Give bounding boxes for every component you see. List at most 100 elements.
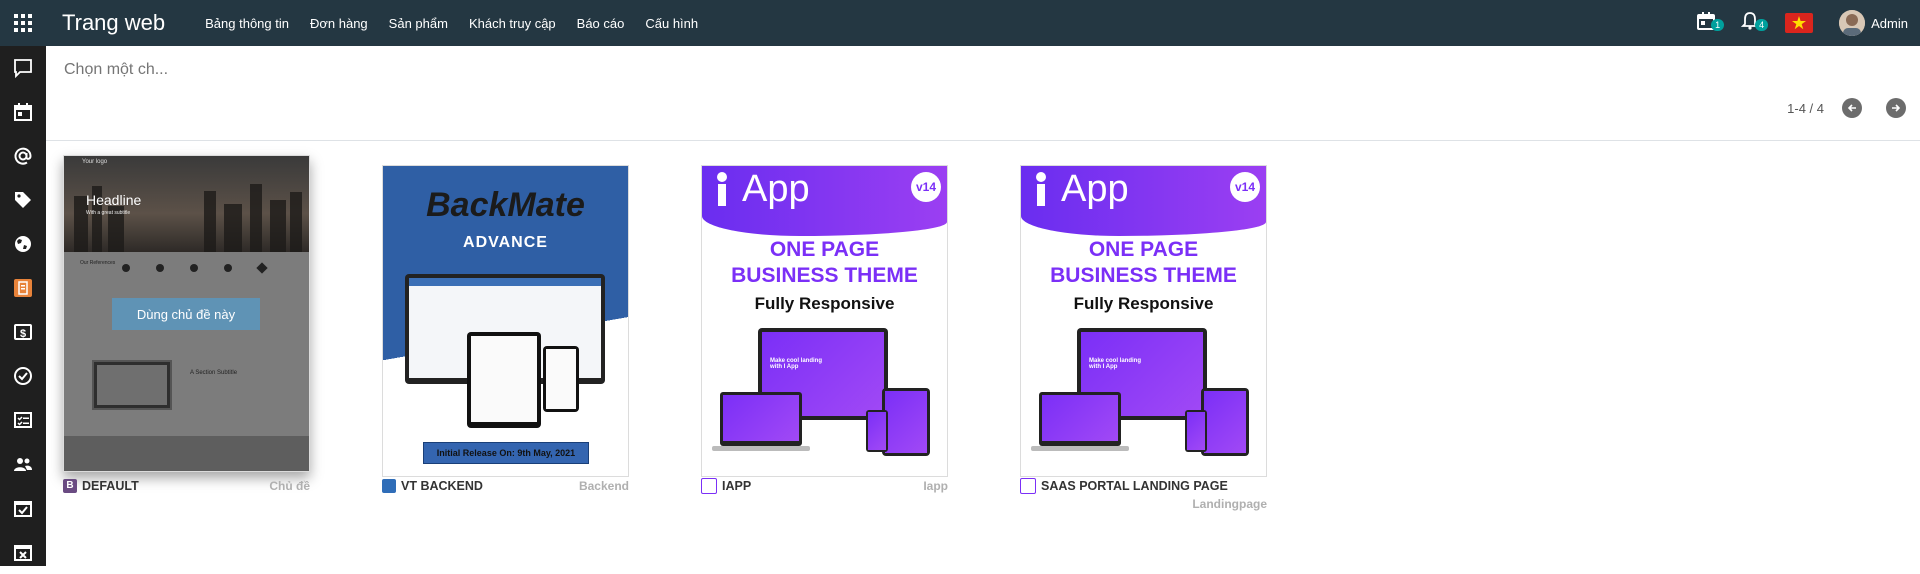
theme-category: Backend — [578, 479, 629, 493]
control-panel: 1-4 / 4 — [46, 46, 1920, 141]
theme-caption-saas-portal: SAAS PORTAL LANDING PAGE — [1020, 477, 1267, 495]
app-title[interactable]: Trang web — [62, 10, 165, 36]
at-sign-icon[interactable] — [0, 134, 46, 178]
calendar-icon[interactable] — [0, 90, 46, 134]
menu-products[interactable]: Sản phẩm — [389, 16, 448, 31]
preview-logos-row — [122, 262, 268, 274]
language-switcher[interactable] — [1785, 13, 1814, 33]
calendar-check-icon[interactable] — [0, 486, 46, 530]
pager-previous-button[interactable] — [1842, 98, 1862, 118]
main-content: 1-4 / 4 Your logo Headline With a great … — [46, 46, 1920, 566]
notifications-menu[interactable]: 4 — [1740, 11, 1769, 35]
preview-edition: ADVANCE — [463, 234, 548, 251]
vietnam-flag-icon — [1785, 13, 1814, 33]
theme-card-saas-portal[interactable]: App v14 ONE PAGE BUSINESS THEME Fully Re… — [1020, 165, 1267, 515]
theme-module-icon — [1020, 478, 1036, 494]
theme-category: Landingpage — [1192, 497, 1267, 511]
preview-version: v14 — [911, 172, 941, 202]
notification-count-badge: 4 — [1755, 18, 1769, 31]
theme-preview-default: Your logo Headline With a great subtitle… — [63, 155, 310, 472]
theme-preview-iapp: App v14 ONE PAGE BUSINESS THEME Fully Re… — [701, 165, 948, 477]
globe-icon[interactable] — [0, 222, 46, 266]
preview-laptop-base — [1031, 446, 1129, 451]
preview-app-brand: App — [742, 168, 810, 210]
app-menu-grid-icon[interactable] — [0, 0, 46, 46]
theme-name: SAAS PORTAL LANDING PAGE — [1041, 479, 1228, 493]
tag-icon[interactable] — [0, 178, 46, 222]
preview-brand: BackMate — [426, 186, 585, 224]
user-name: Admin — [1871, 15, 1908, 31]
preview-phone — [543, 346, 579, 412]
preview-phone — [1185, 410, 1207, 452]
pager-value[interactable]: 1-4 / 4 — [1787, 101, 1824, 116]
menu-orders[interactable]: Đơn hàng — [310, 16, 368, 31]
preview-line-3: Fully Responsive — [1073, 294, 1214, 313]
preview-line-1: ONE PAGE — [769, 238, 880, 261]
preview-laptop-base — [712, 446, 810, 451]
menu-dashboard[interactable]: Bảng thông tin — [205, 16, 289, 31]
theme-category: Iapp — [923, 479, 948, 493]
preview-version: v14 — [1230, 172, 1260, 202]
theme-caption-iapp: IAPP Iapp — [701, 477, 948, 495]
theme-name: IAPP — [722, 479, 752, 493]
dollar-icon[interactable]: $ — [0, 310, 46, 354]
preview-phone — [866, 410, 888, 452]
preview-tablet — [882, 388, 930, 456]
preview-purple-header — [702, 166, 947, 236]
top-navbar: Trang web Bảng thông tin Đơn hàng Sản ph… — [0, 0, 1920, 46]
theme-card-default[interactable]: Your logo Headline With a great subtitle… — [63, 155, 310, 495]
preview-line-1: ONE PAGE — [1088, 238, 1199, 261]
preview-headline: Headline — [86, 192, 142, 208]
theme-card-iapp[interactable]: App v14 ONE PAGE BUSINESS THEME Fully Re… — [701, 165, 948, 495]
preview-purple-header — [1021, 166, 1266, 236]
preview-line-2: BUSINESS THEME — [731, 264, 918, 287]
menu-reports[interactable]: Báo cáo — [577, 16, 625, 31]
theme-preview-saas-portal: App v14 ONE PAGE BUSINESS THEME Fully Re… — [1020, 165, 1267, 477]
theme-preview-vt-backend: BackMate ADVANCE Initial Release On: 9th… — [382, 165, 629, 477]
systray: 1 4 Admin — [1697, 0, 1920, 46]
calendar-x-icon[interactable] — [0, 530, 46, 574]
pager: 1-4 / 4 — [1787, 98, 1906, 118]
theme-card-vt-backend[interactable]: BackMate ADVANCE Initial Release On: 9th… — [382, 165, 629, 495]
apps-sidebar: $ — [0, 46, 46, 566]
use-theme-button[interactable]: Dùng chủ đề này — [112, 298, 260, 330]
theme-caption-default: B DEFAULT Chủ đề — [63, 477, 310, 495]
preview-laptop — [1039, 392, 1121, 446]
preview-app-logo-icon — [708, 170, 736, 210]
theme-name: VT BACKEND — [401, 479, 483, 493]
preview-app-logo-icon — [1027, 170, 1055, 210]
user-menu[interactable]: Admin — [1839, 10, 1920, 36]
preview-app-brand: App — [1061, 168, 1129, 210]
preview-tablet — [467, 332, 541, 428]
avatar — [1839, 10, 1866, 36]
preview-logo: Your logo — [82, 159, 108, 165]
document-app-icon[interactable] — [0, 266, 46, 310]
theme-category: Chủ đề — [269, 479, 310, 493]
theme-module-icon — [382, 479, 396, 493]
preview-release: Initial Release On: 9th May, 2021 — [423, 442, 589, 464]
preview-laptop — [720, 392, 802, 446]
chat-icon[interactable] — [0, 46, 46, 90]
theme-caption-vt-backend: VT BACKEND Backend — [382, 477, 629, 495]
theme-module-icon: B — [63, 479, 77, 493]
pager-next-button[interactable] — [1886, 98, 1906, 118]
activity-count-badge: 1 — [1711, 18, 1725, 31]
preview-screen-text: Make cool landing with I App — [1089, 358, 1142, 370]
menu-visitors[interactable]: Khách truy cập — [469, 16, 556, 31]
theme-module-icon — [701, 478, 717, 494]
preview-screen-text: Make cool landing with I App — [770, 358, 823, 370]
users-icon[interactable] — [0, 442, 46, 486]
checklist-icon[interactable] — [0, 398, 46, 442]
check-circle-icon[interactable] — [0, 354, 46, 398]
preview-line-2: BUSINESS THEME — [1050, 264, 1237, 287]
search-input[interactable] — [62, 60, 766, 80]
activity-menu[interactable]: 1 — [1697, 11, 1725, 35]
menu-configuration[interactable]: Cấu hình — [645, 16, 698, 31]
preview-line-3: Fully Responsive — [754, 294, 895, 313]
preview-references: Our References — [80, 260, 116, 266]
preview-subtitle: With a great subtitle — [86, 210, 131, 216]
preview-laptop — [92, 360, 172, 410]
svg-text:$: $ — [20, 328, 26, 340]
main-menu: Bảng thông tin Đơn hàng Sản phẩm Khách t… — [205, 0, 719, 46]
preview-tablet — [1201, 388, 1249, 456]
